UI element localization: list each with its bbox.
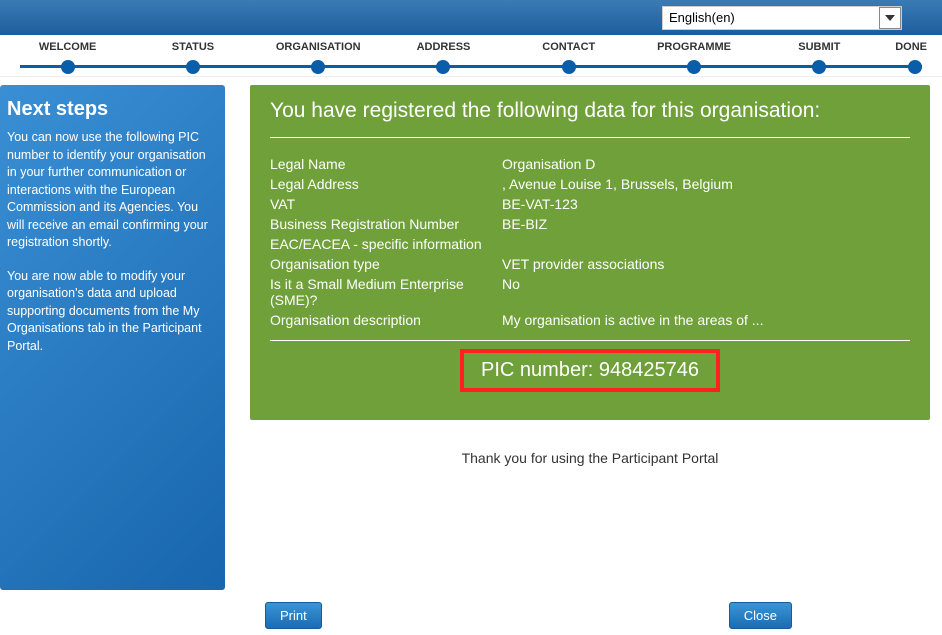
step-done[interactable]: DONE [882, 35, 937, 53]
chevron-down-icon [879, 7, 901, 29]
card-heading: You have registered the following data f… [270, 99, 910, 123]
field-value: No [502, 276, 910, 308]
field-label: Legal Name [270, 156, 502, 172]
step-organisation[interactable]: ORGANISATION [256, 35, 381, 53]
step-submit[interactable]: SUBMIT [757, 35, 882, 53]
step-contact[interactable]: CONTACT [506, 35, 631, 53]
thank-you-text: Thank you for using the Participant Port… [250, 450, 930, 466]
divider [270, 340, 910, 341]
step-address[interactable]: ADDRESS [381, 35, 506, 53]
field-label: VAT [270, 196, 502, 212]
pic-value: 948425746 [599, 359, 699, 381]
footer: Print Close [0, 590, 942, 629]
field-row: VATBE-VAT-123 [270, 196, 910, 212]
field-value: , Avenue Louise 1, Brussels, Belgium [502, 176, 910, 192]
field-value: BE-BIZ [502, 216, 910, 232]
print-button[interactable]: Print [265, 602, 322, 629]
card-subhead: EAC/EACEA - specific information [270, 236, 910, 252]
field-value: Organisation D [502, 156, 910, 172]
field-label: Legal Address [270, 176, 502, 192]
language-select[interactable]: English(en) [662, 6, 902, 30]
field-row: Organisation typeVET provider associatio… [270, 256, 910, 272]
language-selected: English(en) [669, 10, 735, 25]
field-row: Legal NameOrganisation D [270, 156, 910, 172]
field-row: Legal Address, Avenue Louise 1, Brussels… [270, 176, 910, 192]
step-status[interactable]: STATUS [130, 35, 255, 53]
sidebar-title: Next steps [7, 95, 218, 123]
field-label: Is it a Small Medium Enterprise (SME)? [270, 276, 502, 308]
field-row: Organisation descriptionMy organisation … [270, 312, 910, 328]
field-label: Organisation type [270, 256, 502, 272]
field-label: Business Registration Number [270, 216, 502, 232]
step-welcome[interactable]: WELCOME [5, 35, 130, 53]
close-button[interactable]: Close [729, 602, 792, 629]
field-row: Business Registration NumberBE-BIZ [270, 216, 910, 232]
pic-number-box: PIC number: 948425746 [460, 349, 720, 392]
pic-label: PIC number: [481, 359, 599, 381]
step-progress: WELCOME STATUS ORGANISATION ADDRESS CONT… [0, 35, 942, 77]
field-label: Organisation description [270, 312, 502, 328]
progress-line [20, 65, 922, 68]
divider [270, 137, 910, 138]
field-value: VET provider associations [502, 256, 910, 272]
top-bar: English(en) [0, 0, 942, 35]
sidebar: Next steps You can now use the following… [0, 85, 225, 590]
step-programme[interactable]: PROGRAMME [631, 35, 756, 53]
field-value: My organisation is active in the areas o… [502, 312, 910, 328]
summary-card: You have registered the following data f… [250, 85, 930, 420]
main-area: Next steps You can now use the following… [0, 77, 942, 590]
field-value: BE-VAT-123 [502, 196, 910, 212]
field-row: Is it a Small Medium Enterprise (SME)?No [270, 276, 910, 308]
sidebar-para-2: You are now able to modify your organisa… [7, 268, 218, 356]
content: You have registered the following data f… [250, 85, 942, 590]
sidebar-para-1: You can now use the following PIC number… [7, 129, 218, 252]
